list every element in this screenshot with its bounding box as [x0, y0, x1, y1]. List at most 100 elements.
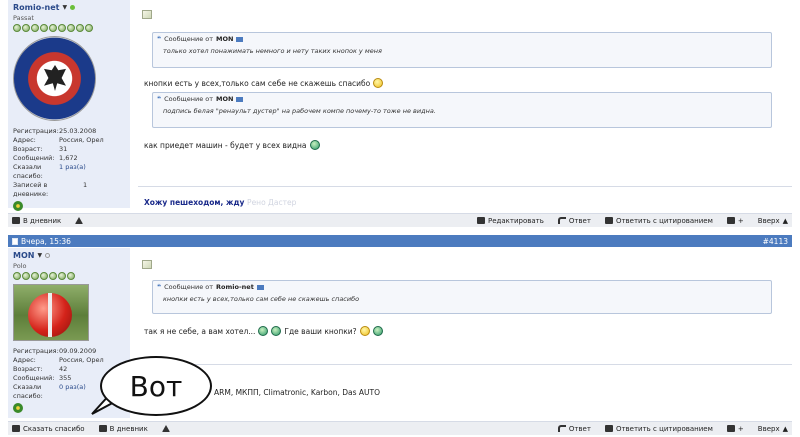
thanks-count-link[interactable]: 1 раз(а) — [59, 163, 86, 181]
award-icon — [13, 403, 23, 413]
thanks-button[interactable]: Сказать спасибо — [12, 425, 85, 433]
user-panel: Romio-net ▼ Passat Регистрация: 25.03.200… — [8, 0, 130, 211]
quote-reply-button[interactable]: Ответить с цитированием — [604, 425, 713, 433]
reputation-icon — [40, 272, 48, 280]
post-content: ❝ Сообщение от Romio-net кнопки есть у в… — [138, 260, 792, 418]
quote-text: кнопки есть у всех,только сам себе не ск… — [163, 295, 360, 303]
reply-button[interactable]: Ответ — [557, 425, 591, 433]
thanks-count-link[interactable]: 0 раз(а) — [59, 383, 86, 401]
pencil-icon — [476, 217, 485, 224]
post-number-link[interactable]: #4113 — [763, 237, 788, 246]
post-toolbar: В дневник Редактировать Ответ Ответить с… — [8, 213, 792, 227]
username-link[interactable]: Romio-net — [13, 3, 60, 12]
reply-arrow-icon — [557, 217, 566, 224]
avatar[interactable] — [13, 36, 96, 121]
stat-row: Адрес: Россия, Орел — [13, 356, 104, 364]
quote-header: ❝ Сообщение от MON — [153, 33, 771, 45]
reputation-icon — [67, 272, 75, 280]
warning-icon — [75, 217, 84, 224]
post-1: Romio-net ▼ Passat Регистрация: 25.03.200… — [8, 0, 792, 228]
smiley-icon — [271, 326, 282, 336]
quote-block: ❝ Сообщение от Romio-net кнопки есть у в… — [152, 280, 772, 314]
smiley-icon — [359, 326, 370, 336]
reputation-icon — [22, 272, 30, 280]
online-status-icon — [70, 5, 76, 10]
smiley-icon — [373, 78, 384, 88]
quote-icon: ❝ — [157, 35, 162, 43]
stat-row: Возраст: 31 — [13, 145, 68, 153]
quote-icon: ❝ — [157, 95, 162, 103]
diary-icon — [12, 217, 20, 224]
reputation-icon — [58, 24, 66, 32]
quote-bubble-icon — [604, 425, 613, 432]
message-text: так я не себе, а вам хотел... Где ваши к… — [144, 326, 383, 336]
post-toolbar: Сказать спасибо В дневник Ответ Ответить… — [8, 421, 792, 435]
post-header: Вчера, 15:36 #4113 — [8, 235, 792, 247]
toolbar-left: Сказать спасибо В дневник — [12, 425, 170, 433]
username-link[interactable]: MON — [13, 251, 34, 260]
reputation-icon — [49, 272, 57, 280]
reputation-icon — [85, 24, 93, 32]
reputation-icons — [13, 24, 125, 32]
reputation-icon — [13, 272, 21, 280]
thanks-icon — [12, 425, 20, 432]
reputation-icons — [13, 272, 125, 280]
toolbar-left: В дневник — [12, 217, 84, 225]
quote-icon: ❝ — [157, 283, 162, 291]
report-button[interactable] — [161, 425, 170, 432]
toolbar-right: Редактировать Ответ Ответить с цитирован… — [476, 217, 788, 225]
view-post-icon[interactable] — [236, 36, 244, 42]
quote-text: только хотел понажимать немного и нету т… — [163, 47, 382, 55]
speech-bubble: Вот — [100, 356, 212, 416]
post-status-icon — [12, 237, 18, 245]
stat-row: Сказали спасибо: 1 раз(а) — [13, 163, 86, 181]
reputation-icon — [31, 272, 39, 280]
message-text: как приедет машин - будет у всех видна — [144, 140, 320, 150]
edit-button[interactable]: Редактировать — [476, 217, 544, 225]
eagle-emblem-icon — [44, 65, 66, 91]
username-row: MON ▼ — [13, 251, 125, 260]
quote-bubble-icon — [604, 217, 613, 224]
reputation-icon — [67, 24, 75, 32]
warning-icon — [161, 425, 170, 432]
signature-divider — [138, 364, 792, 365]
view-post-icon[interactable] — [256, 284, 264, 290]
reputation-icon — [49, 24, 57, 32]
user-menu-caret-icon[interactable]: ▼ — [63, 4, 68, 11]
quote-author: MON — [216, 35, 234, 43]
scroll-up-button[interactable]: Вверх ▲ — [758, 217, 788, 225]
report-button[interactable] — [75, 217, 84, 224]
reputation-icon — [31, 24, 39, 32]
multiquote-icon — [726, 217, 735, 224]
multiquote-button[interactable]: + — [726, 217, 744, 225]
scroll-up-button[interactable]: Вверх ▲ — [758, 425, 788, 433]
reply-button[interactable]: Ответ — [557, 217, 591, 225]
smiley-icon — [258, 326, 269, 336]
multiquote-icon — [726, 425, 735, 432]
stat-row: Адрес: Россия, Орел — [13, 136, 104, 144]
signature: ARM, МКПП, Climatronic, Karbon, Das AUTO — [214, 388, 381, 397]
quote-block: ❝ Сообщение от MON подпись белая "ренаул… — [152, 92, 772, 128]
user-menu-caret-icon[interactable]: ▼ — [37, 252, 42, 259]
toolbar-right: Ответ Ответить с цитированием + Вверх ▲ — [557, 425, 788, 433]
quote-reply-button[interactable]: Ответить с цитированием — [604, 217, 713, 225]
diary-button[interactable]: В дневник — [98, 425, 148, 433]
message-icon — [142, 10, 152, 19]
quote-header: ❝ Сообщение от Romio-net — [153, 281, 771, 293]
avatar[interactable] — [13, 284, 89, 341]
diary-icon — [98, 425, 107, 432]
signature-divider — [138, 186, 792, 187]
username-row: Romio-net ▼ — [13, 3, 125, 12]
reply-arrow-icon — [557, 425, 566, 432]
user-title: Passat — [13, 14, 34, 22]
signature: Хожу пешеходом, жду Рено Дастер — [144, 198, 297, 207]
quote-author: MON — [216, 95, 234, 103]
quote-block: ❝ Сообщение от MON только хотел понажима… — [152, 32, 772, 68]
stat-row: Записей в дневнике: 1 — [13, 181, 88, 198]
multiquote-button[interactable]: + — [726, 425, 744, 433]
speech-bubble-text: Вот — [129, 369, 183, 403]
user-title: Polo — [13, 262, 27, 270]
reputation-icon — [13, 24, 21, 32]
view-post-icon[interactable] — [236, 96, 244, 102]
diary-button[interactable]: В дневник — [12, 217, 61, 225]
